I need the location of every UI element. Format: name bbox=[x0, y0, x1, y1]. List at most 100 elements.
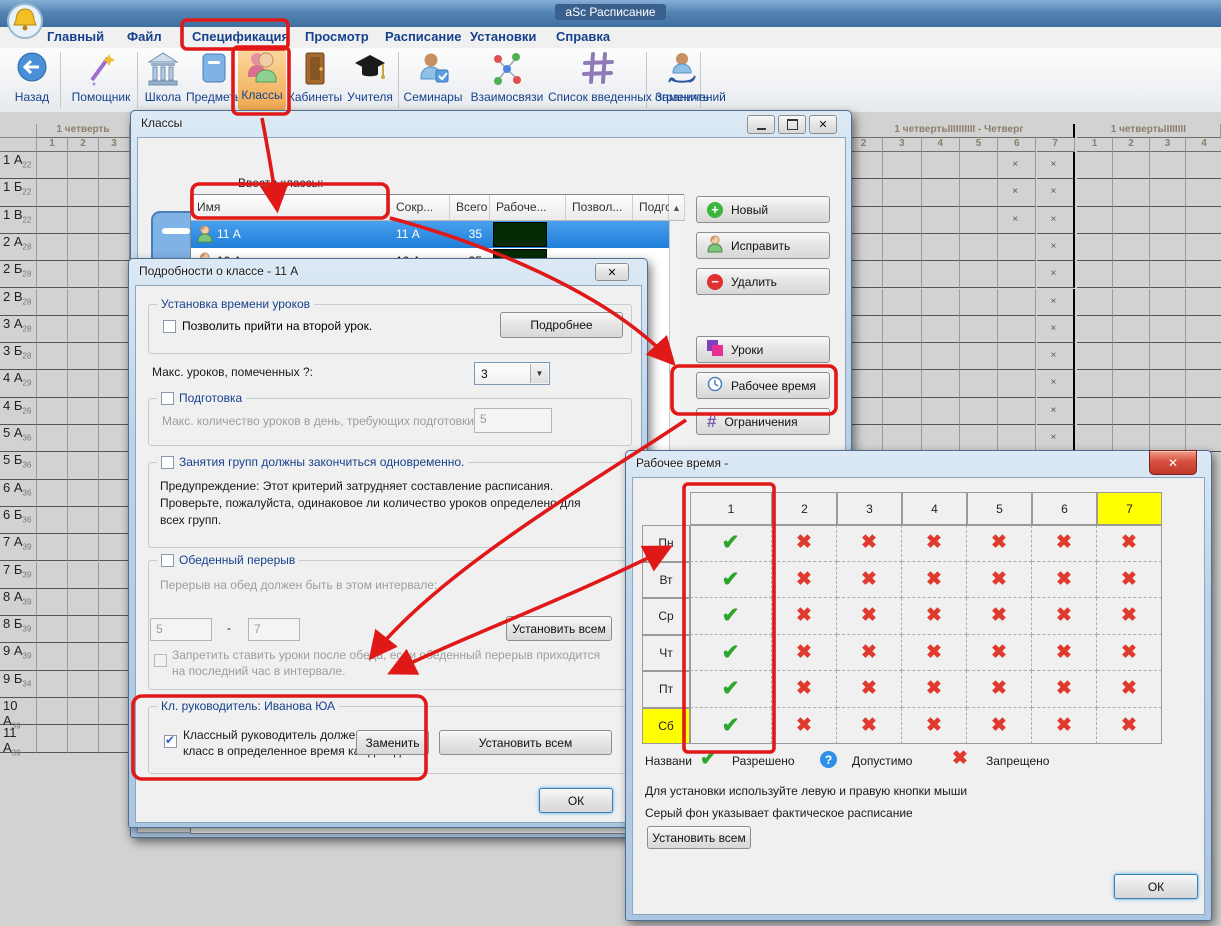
worktime-cell-Пт-4[interactable]: ✖ bbox=[902, 671, 967, 708]
classes-table-header-1[interactable]: Имя bbox=[191, 195, 390, 221]
teacher-replace-button[interactable]: Заменить bbox=[356, 730, 429, 755]
edit-class-button[interactable]: Исправить bbox=[696, 232, 830, 259]
worktime-cell-Чт-7[interactable]: ✖ bbox=[1097, 635, 1162, 672]
worktime-cell-Ср-2[interactable]: ✖ bbox=[772, 598, 837, 635]
worktime-cell-Пт-6[interactable]: ✖ bbox=[1032, 671, 1097, 708]
worktime-button[interactable]: Рабочее время bbox=[696, 372, 830, 399]
menu-item-6[interactable]: Установки bbox=[470, 29, 536, 44]
close-button[interactable]: ✕ bbox=[809, 115, 837, 134]
worktime-cell-Вт-7[interactable]: ✖ bbox=[1097, 562, 1162, 599]
worktime-cell-Чт-5[interactable]: ✖ bbox=[967, 635, 1032, 672]
worktime-cell-Вт-4[interactable]: ✖ bbox=[902, 562, 967, 599]
day-header-Чт[interactable]: Чт bbox=[642, 635, 690, 672]
toolbar-button-8[interactable]: Семинары bbox=[402, 50, 464, 103]
worktime-cell-Чт-6[interactable]: ✖ bbox=[1032, 635, 1097, 672]
prep-count-input[interactable]: 5 bbox=[474, 408, 552, 433]
worktime-cell-Пт-1[interactable]: ✔ bbox=[690, 671, 772, 708]
details-close-button[interactable]: ✕ bbox=[595, 263, 629, 281]
toolbar-button-9[interactable]: Взаимосвязи bbox=[466, 50, 548, 103]
worktime-close-button[interactable]: ✕ bbox=[1149, 450, 1197, 475]
day-header-Сб[interactable]: Сб bbox=[642, 708, 690, 745]
period-header-7[interactable]: 7 bbox=[1097, 492, 1162, 525]
worktime-cell-Пн-1[interactable]: ✔ bbox=[690, 525, 772, 562]
worktime-cell-Ср-6[interactable]: ✖ bbox=[1032, 598, 1097, 635]
worktime-cell-Пн-5[interactable]: ✖ bbox=[967, 525, 1032, 562]
day-header-Ср[interactable]: Ср bbox=[642, 598, 690, 635]
lessons-button[interactable]: Уроки bbox=[696, 336, 830, 363]
worktime-cell-Вт-5[interactable]: ✖ bbox=[967, 562, 1032, 599]
day-header-Пн[interactable]: Пн bbox=[642, 525, 690, 562]
allow-second-lesson-row[interactable]: Позволить прийти на второй урок. bbox=[163, 319, 372, 333]
toolbar-button-3[interactable]: Школа bbox=[140, 50, 186, 103]
worktime-cell-Вт-6[interactable]: ✖ bbox=[1032, 562, 1097, 599]
worktime-cell-Чт-4[interactable]: ✖ bbox=[902, 635, 967, 672]
toolbar-button-1[interactable]: Назад bbox=[6, 50, 58, 103]
lunch-from-input[interactable]: 5 bbox=[150, 618, 212, 641]
toolbar-button-7[interactable]: Учителя bbox=[344, 50, 396, 103]
menu-item-7[interactable]: Справка bbox=[556, 29, 610, 44]
period-header-1[interactable]: 1 bbox=[690, 492, 772, 525]
classes-table-header-3[interactable]: Всего bbox=[450, 195, 490, 221]
worktime-cell-Чт-1[interactable]: ✔ bbox=[690, 635, 772, 672]
worktime-cell-Ср-5[interactable]: ✖ bbox=[967, 598, 1032, 635]
period-header-3[interactable]: 3 bbox=[837, 492, 902, 525]
day-header-Пт[interactable]: Пт bbox=[642, 671, 690, 708]
worktime-cell-Сб-5[interactable]: ✖ bbox=[967, 708, 1032, 745]
lunch-forbid-checkbox[interactable] bbox=[154, 654, 167, 667]
period-header-6[interactable]: 6 bbox=[1032, 492, 1097, 525]
classes-table-header-4[interactable]: Рабоче... bbox=[490, 195, 566, 221]
menu-item-1[interactable]: Главный bbox=[47, 29, 104, 44]
classes-table-header-5[interactable]: Позвол... bbox=[566, 195, 633, 221]
period-header-4[interactable]: 4 bbox=[902, 492, 967, 525]
toolbar-button-6[interactable]: Кабинеты bbox=[286, 50, 344, 103]
toolbar-button-5[interactable]: Классы bbox=[238, 48, 286, 110]
class-row-11А[interactable]: 11 А11 А35 bbox=[191, 221, 669, 248]
maximize-button[interactable] bbox=[778, 115, 806, 134]
worktime-cell-Сб-6[interactable]: ✖ bbox=[1032, 708, 1097, 745]
worktime-cell-Пн-2[interactable]: ✖ bbox=[772, 525, 837, 562]
lunch-legend[interactable]: Обеденный перерыв bbox=[157, 553, 299, 567]
period-header-2[interactable]: 2 bbox=[772, 492, 837, 525]
max-marked-combobox[interactable]: 3▼ bbox=[474, 362, 550, 385]
worktime-cell-Пт-2[interactable]: ✖ bbox=[772, 671, 837, 708]
menu-item-5[interactable]: Расписание bbox=[385, 29, 462, 44]
worktime-cell-Чт-3[interactable]: ✖ bbox=[837, 635, 902, 672]
worktime-cell-Чт-2[interactable]: ✖ bbox=[772, 635, 837, 672]
teacher-time-checkbox[interactable] bbox=[164, 735, 177, 748]
teacher-set-all-button[interactable]: Установить всем bbox=[439, 730, 612, 755]
worktime-cell-Сб-3[interactable]: ✖ bbox=[837, 708, 902, 745]
worktime-cell-Вт-3[interactable]: ✖ bbox=[837, 562, 902, 599]
worktime-cell-Пн-4[interactable]: ✖ bbox=[902, 525, 967, 562]
groups-end-legend[interactable]: Занятия групп должны закончиться одновре… bbox=[157, 455, 468, 469]
delete-class-button[interactable]: −Удалить bbox=[696, 268, 830, 295]
new-class-button[interactable]: +Новый bbox=[696, 196, 830, 223]
worktime-cell-Ср-3[interactable]: ✖ bbox=[837, 598, 902, 635]
combobox-arrow-icon[interactable]: ▼ bbox=[530, 364, 548, 383]
toolbar-button-10[interactable]: Список введенных ограничений bbox=[548, 50, 648, 103]
toolbar-button-4[interactable]: Предметы bbox=[186, 50, 242, 103]
allow-second-checkbox[interactable] bbox=[163, 320, 176, 333]
prep-legend[interactable]: Подготовка bbox=[157, 391, 246, 405]
menu-item-3[interactable]: Спецификация bbox=[192, 29, 289, 44]
worktime-cell-Ср-4[interactable]: ✖ bbox=[902, 598, 967, 635]
worktime-cell-Сб-7[interactable]: ✖ bbox=[1097, 708, 1162, 745]
worktime-cell-Пн-3[interactable]: ✖ bbox=[837, 525, 902, 562]
day-header-Вт[interactable]: Вт bbox=[642, 562, 690, 599]
worktime-cell-Пн-6[interactable]: ✖ bbox=[1032, 525, 1097, 562]
worktime-cell-Сб-4[interactable]: ✖ bbox=[902, 708, 967, 745]
lunch-set-all-button[interactable]: Установить всем bbox=[506, 616, 612, 641]
minimize-button[interactable] bbox=[747, 115, 775, 134]
constraints-button[interactable]: #Ограничения bbox=[696, 408, 830, 435]
checkbox[interactable] bbox=[161, 554, 174, 567]
toolbar-button-2[interactable]: Помощник bbox=[66, 50, 136, 103]
app-logo-bell-icon[interactable] bbox=[6, 1, 46, 43]
menu-item-2[interactable]: Файл bbox=[127, 29, 162, 44]
toolbar-button-11[interactable]: Заменить bbox=[652, 50, 712, 103]
worktime-ok-button[interactable]: ОК bbox=[1114, 874, 1198, 899]
worktime-cell-Вт-2[interactable]: ✖ bbox=[772, 562, 837, 599]
lunch-to-input[interactable]: 7 bbox=[248, 618, 300, 641]
worktime-cell-Сб-1[interactable]: ✔ bbox=[690, 708, 772, 745]
worktime-cell-Сб-2[interactable]: ✖ bbox=[772, 708, 837, 745]
worktime-cell-Пн-7[interactable]: ✖ bbox=[1097, 525, 1162, 562]
classes-table-header-6[interactable]: Подго... bbox=[633, 195, 669, 221]
